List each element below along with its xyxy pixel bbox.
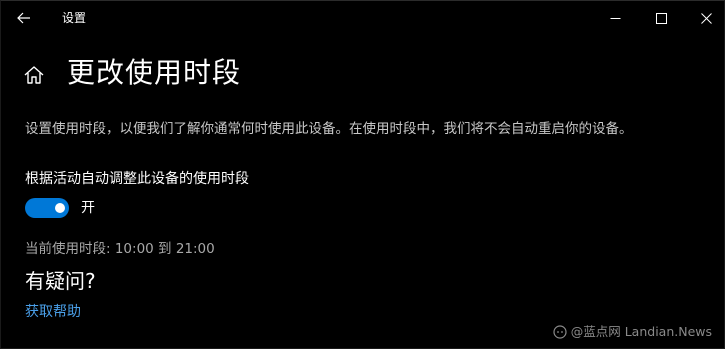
toggle-state-label: 开 [81, 200, 95, 216]
maximize-button[interactable] [638, 3, 684, 33]
close-button[interactable] [683, 3, 725, 33]
home-icon [24, 66, 44, 84]
get-help-link[interactable]: 获取帮助 [25, 303, 81, 321]
back-button[interactable] [7, 3, 41, 33]
watermark: @蓝点网 Landian.News [553, 324, 712, 340]
minimize-button[interactable] [592, 3, 638, 33]
maximize-icon [655, 12, 667, 24]
watermark-text: @蓝点网 Landian.News [570, 324, 712, 339]
page-title: 更改使用时段 [67, 56, 242, 89]
current-active-hours: 当前使用时段: 10:00 到 21:00 [25, 241, 215, 257]
toggle-knob [55, 203, 65, 213]
auto-adjust-toggle[interactable] [25, 198, 69, 218]
minimize-icon [610, 17, 620, 19]
window-title: 设置 [62, 11, 87, 25]
description-text: 设置使用时段，以便我们了解你通常何时使用此设备。在使用时段中，我们将不会自动重启… [25, 121, 633, 137]
arrow-left-icon [17, 12, 30, 24]
home-button[interactable] [23, 64, 45, 86]
settings-window: 设置 更改使用时段 设置使用时段，以便我们了解你通常何时使用此设备。在使用时段中… [0, 0, 725, 349]
auto-adjust-label: 根据活动自动调整此设备的使用时段 [25, 171, 249, 187]
close-icon [700, 12, 712, 24]
title-bar: 设置 [1, 1, 725, 35]
bubble-logo-icon [553, 325, 567, 339]
question-heading: 有疑问? [25, 269, 96, 293]
